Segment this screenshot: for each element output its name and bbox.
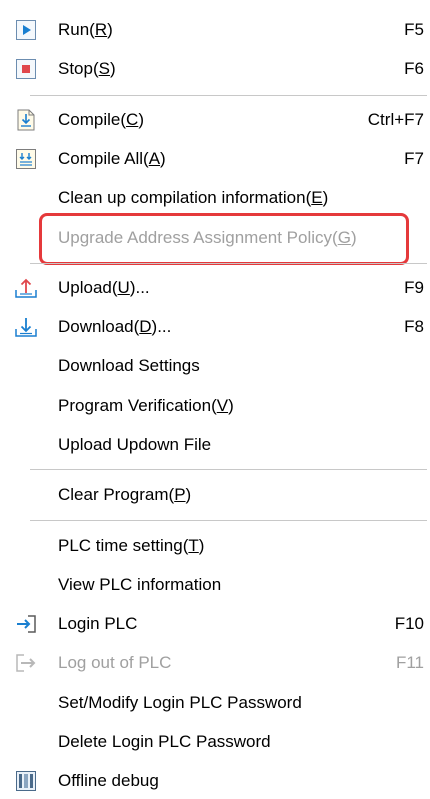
run-icon — [14, 18, 38, 42]
menu-item-label: Download(D)... — [58, 317, 172, 336]
menu-item-offline-debug[interactable]: Offline debug — [0, 763, 430, 799]
upload-icon — [14, 276, 38, 300]
menu-item-upload-updown-file[interactable]: Upload Updown File — [0, 427, 430, 463]
download-icon — [14, 315, 38, 339]
menu-item-clean-up-compilation[interactable]: Clean up compilation information(E) — [0, 180, 430, 216]
menu-item-download[interactable]: Download(D)... F8 — [0, 309, 430, 345]
login-icon — [14, 612, 38, 636]
menu-item-label: Upload Updown File — [58, 435, 212, 454]
menu-separator — [30, 263, 427, 264]
menu-item-view-plc-information[interactable]: View PLC information — [0, 567, 430, 603]
menu-item-label: Log out of PLC — [58, 653, 172, 672]
menu-item-set-modify-password[interactable]: Set/Modify Login PLC Password — [0, 685, 430, 721]
menu-item-download-settings[interactable]: Download Settings — [0, 348, 430, 384]
menu-item-label: Compile(C) — [58, 110, 144, 129]
menu-separator — [30, 95, 427, 96]
menu-item-label: Offline debug — [58, 771, 159, 790]
menu-item-delete-password[interactable]: Delete Login PLC Password — [0, 724, 430, 760]
menu-item-label: Login PLC — [58, 614, 138, 633]
shortcut-text: F6 — [404, 59, 424, 78]
menu-item-stop[interactable]: Stop(S) F6 — [0, 51, 430, 87]
menu-item-label: Clean up compilation information(E) — [58, 188, 329, 207]
menu-item-login-plc[interactable]: Login PLC F10 — [0, 606, 430, 642]
menu-item-upload[interactable]: Upload(U)... F9 — [0, 270, 430, 306]
menu-item-run[interactable]: Run(R) F5 — [0, 12, 430, 48]
menu-item-label: Delete Login PLC Password — [58, 732, 271, 751]
compile-icon — [14, 108, 38, 132]
menu-item-compile-all[interactable]: Compile All(A) F7 — [0, 141, 430, 177]
shortcut-text: F8 — [404, 317, 424, 336]
compile-all-icon — [14, 147, 38, 171]
menu-item-label: Set/Modify Login PLC Password — [58, 693, 302, 712]
menu-item-plc-time-setting[interactable]: PLC time setting(T) — [0, 528, 430, 564]
menu-item-compile[interactable]: Compile(C) Ctrl+F7 — [0, 102, 430, 138]
menu-item-label: Compile All(A) — [58, 149, 166, 168]
menu-item-label: Stop(S) — [58, 59, 116, 78]
plc-menu: Run(R) F5 Stop(S) F6 Compile(C) Ctrl+F7 … — [0, 0, 430, 792]
menu-item-label: Download Settings — [58, 356, 200, 375]
menu-item-program-verification[interactable]: Program Verification(V) — [0, 388, 430, 424]
shortcut-text: F10 — [394, 614, 424, 633]
stop-icon — [14, 57, 38, 81]
menu-separator — [30, 520, 427, 521]
shortcut-text: F9 — [404, 278, 424, 297]
menu-item-label: Program Verification(V) — [58, 396, 234, 415]
shortcut-text: F5 — [404, 20, 424, 39]
shortcut-text: F7 — [404, 149, 424, 168]
menu-item-logout-plc[interactable]: Log out of PLC F11 — [0, 645, 430, 681]
shortcut-text: Ctrl+F7 — [367, 110, 424, 129]
menu-item-label: Run(R) — [58, 20, 113, 39]
menu-item-clear-program[interactable]: Clear Program(P) — [0, 477, 430, 513]
menu-item-label: View PLC information — [58, 575, 222, 594]
menu-item-label: PLC time setting(T) — [58, 536, 205, 555]
menu-item-label: Clear Program(P) — [58, 485, 192, 504]
menu-separator — [30, 469, 427, 470]
shortcut-text: F11 — [395, 653, 424, 672]
logout-icon — [14, 651, 38, 675]
menu-item-label: Upload(U)... — [58, 278, 150, 297]
highlight-box — [39, 213, 409, 265]
offline-debug-icon — [14, 769, 38, 793]
